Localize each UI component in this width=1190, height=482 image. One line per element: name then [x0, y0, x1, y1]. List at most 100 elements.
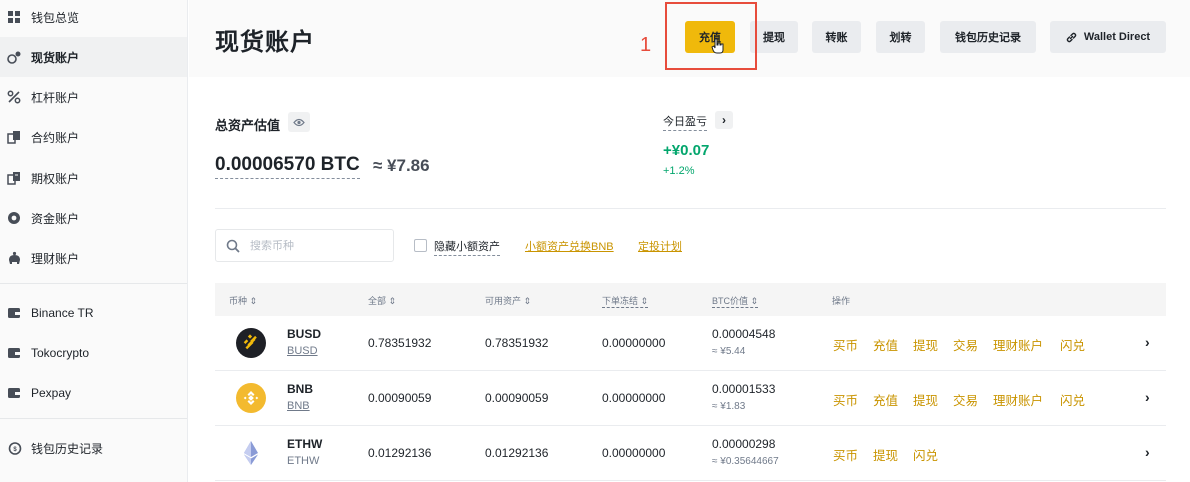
- withdraw-action[interactable]: 提现: [913, 390, 938, 409]
- sidebar-item-tokocrypto[interactable]: Tokocrypto: [0, 333, 187, 373]
- total-balance-label: 总资产估值: [215, 118, 281, 133]
- sidebar-item-label: 理财账户: [31, 251, 80, 266]
- wallet-history-button[interactable]: 钱包历史记录: [940, 21, 1036, 53]
- todays-pnl-label[interactable]: 今日盈亏: [663, 113, 707, 131]
- sidebar-item-binance-tr[interactable]: Binance TR: [0, 293, 187, 333]
- table-header: 币种 ⇕ 全部 ⇕ 可用资产 ⇕ 下单冻结 ⇕ BTC价值 ⇕ 操作: [215, 283, 1166, 316]
- eye-icon: [293, 118, 305, 127]
- convert-to-bnb-link[interactable]: 小额资产兑换BNB: [525, 238, 614, 254]
- buy-action[interactable]: 买币: [833, 390, 858, 409]
- column-header-in-order[interactable]: 下单冻结 ⇕: [602, 294, 649, 308]
- svg-text:$: $: [13, 447, 17, 453]
- section-divider: [215, 208, 1166, 209]
- coin-name-link[interactable]: BUSD: [287, 345, 318, 357]
- convert-action[interactable]: 闪兑: [1060, 335, 1085, 354]
- convert-action[interactable]: 闪兑: [1060, 390, 1085, 409]
- sidebar: 钱包总览 现货账户 杠杆账户 合约账户 期权账户 资金账户 理财账户 Binan…: [0, 0, 188, 482]
- search-box[interactable]: [215, 229, 394, 262]
- wallet-icon: [6, 305, 22, 321]
- sidebar-divider: [0, 283, 187, 284]
- wallet-icon: [6, 385, 22, 401]
- hand-cursor-icon: [711, 38, 725, 59]
- buy-action[interactable]: 买币: [833, 335, 858, 354]
- chevron-right-icon[interactable]: ›: [1145, 389, 1150, 405]
- convert-action[interactable]: 闪兑: [913, 445, 938, 464]
- sidebar-item-pexpay[interactable]: Pexpay: [0, 373, 187, 413]
- chevron-right-icon[interactable]: ›: [1145, 334, 1150, 350]
- sidebar-item-earn-account[interactable]: 理财账户: [0, 238, 187, 278]
- toggle-visibility-button[interactable]: [288, 112, 310, 132]
- column-header-coin[interactable]: 币种 ⇕: [229, 294, 257, 307]
- balance-btc-value: 0.00006570 BTC: [215, 154, 360, 179]
- internal-transfer-button[interactable]: 划转: [876, 21, 925, 53]
- column-header-available[interactable]: 可用资产 ⇕: [485, 294, 531, 307]
- column-header-total[interactable]: 全部 ⇕: [368, 294, 396, 307]
- earn-action[interactable]: 理财账户: [993, 335, 1043, 354]
- sidebar-item-label: Tokocrypto: [31, 346, 90, 360]
- sidebar-item-funding-account[interactable]: 资金账户: [0, 198, 187, 238]
- bnb-icon: [236, 383, 266, 413]
- pnl-detail-button[interactable]: ›: [715, 111, 733, 129]
- wallet-direct-button[interactable]: Wallet Direct: [1050, 21, 1166, 53]
- spot-icon: [6, 49, 22, 65]
- grid-icon: [6, 9, 22, 25]
- page-title: 现货账户: [215, 29, 315, 56]
- sidebar-item-margin-account[interactable]: 杠杆账户: [0, 77, 187, 117]
- table-row: BNB BNB 0.00090059 0.00090059 0.00000000…: [215, 371, 1166, 426]
- ethw-icon: [236, 438, 266, 468]
- auto-invest-link[interactable]: 定投计划: [638, 238, 682, 254]
- document-icon: [6, 129, 22, 145]
- available-cell: 0.00090059: [485, 391, 549, 405]
- funding-icon: [6, 210, 22, 226]
- table-row: BUSD BUSD 0.78351932 0.78351932 0.000000…: [215, 316, 1166, 371]
- step-number: 1: [640, 34, 652, 56]
- chevron-right-icon[interactable]: ›: [1145, 444, 1150, 460]
- sidebar-item-label: Pexpay: [31, 386, 72, 400]
- withdraw-action[interactable]: 提现: [913, 335, 938, 354]
- withdraw-button[interactable]: 提现: [750, 21, 798, 53]
- sidebar-item-spot-account[interactable]: 现货账户: [0, 37, 187, 77]
- deposit-action[interactable]: 充值: [873, 335, 898, 354]
- total-cell: 0.00090059: [368, 391, 432, 405]
- available-cell: 0.01292136: [485, 446, 549, 460]
- table-row: ETHW ETHW 0.01292136 0.01292136 0.000000…: [215, 426, 1166, 481]
- search-input[interactable]: [250, 239, 370, 252]
- sidebar-item-options-account[interactable]: 期权账户: [0, 158, 187, 198]
- sidebar-item-label: 钱包总览: [31, 10, 80, 25]
- sidebar-item-futures-account[interactable]: 合约账户: [0, 117, 187, 157]
- available-cell: 0.78351932: [485, 336, 549, 350]
- trade-action[interactable]: 交易: [953, 335, 978, 354]
- in-order-cell: 0.00000000: [602, 446, 666, 460]
- sidebar-item-wallet-history[interactable]: $ 钱包历史记录: [0, 428, 187, 468]
- hide-small-assets-label[interactable]: 隐藏小额资产: [434, 238, 500, 256]
- buy-action[interactable]: 买币: [833, 445, 858, 464]
- transfer-button[interactable]: 转账: [812, 21, 861, 53]
- deposit-action[interactable]: 充值: [873, 390, 898, 409]
- balance-cny-value: ≈ ¥7.86: [373, 156, 430, 175]
- sidebar-item-label: 期权账户: [31, 171, 80, 186]
- sidebar-item-label: 现货账户: [31, 50, 80, 65]
- btc-value-cell: 0.00001533: [712, 382, 776, 396]
- coin-name: ETHW: [287, 455, 320, 467]
- column-header-btc-value[interactable]: BTC价值 ⇕: [712, 294, 759, 308]
- percent-icon: [6, 89, 22, 105]
- trade-action[interactable]: 交易: [953, 390, 978, 409]
- sidebar-item-label: 钱包历史记录: [31, 441, 104, 456]
- sidebar-item-label: Binance TR: [31, 306, 94, 320]
- coin-name-link[interactable]: BNB: [287, 400, 310, 412]
- earn-action[interactable]: 理财账户: [993, 390, 1043, 409]
- withdraw-action[interactable]: 提现: [873, 445, 898, 464]
- in-order-cell: 0.00000000: [602, 336, 666, 350]
- coin-symbol: BUSD: [287, 327, 322, 341]
- in-order-cell: 0.00000000: [602, 391, 666, 405]
- coin-symbol: BNB: [287, 382, 313, 396]
- total-cell: 0.01292136: [368, 446, 432, 460]
- options-icon: [6, 170, 22, 186]
- sidebar-item-wallet-overview[interactable]: 钱包总览: [0, 0, 187, 37]
- cny-value-cell: ≈ ¥0.35644667: [712, 456, 779, 467]
- chevron-right-icon: ›: [722, 113, 726, 127]
- pnl-percent: +1.2%: [663, 165, 695, 177]
- hide-small-assets-checkbox[interactable]: [414, 239, 427, 252]
- wallet-direct-label: Wallet Direct: [1083, 31, 1151, 43]
- btc-value-cell: 0.00000298: [712, 437, 776, 451]
